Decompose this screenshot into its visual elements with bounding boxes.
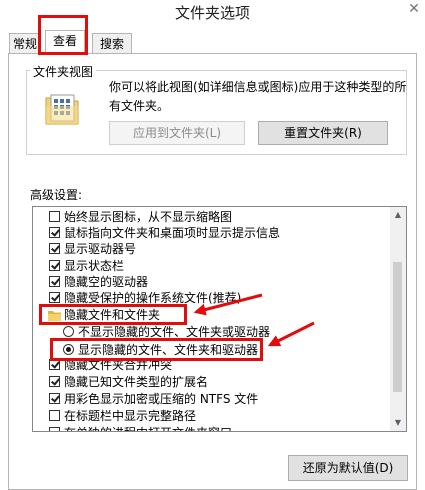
arrow-to-hidden-files xyxy=(193,293,263,316)
arrow-to-show-hidden xyxy=(267,321,315,347)
annotation-arrows xyxy=(193,293,315,347)
